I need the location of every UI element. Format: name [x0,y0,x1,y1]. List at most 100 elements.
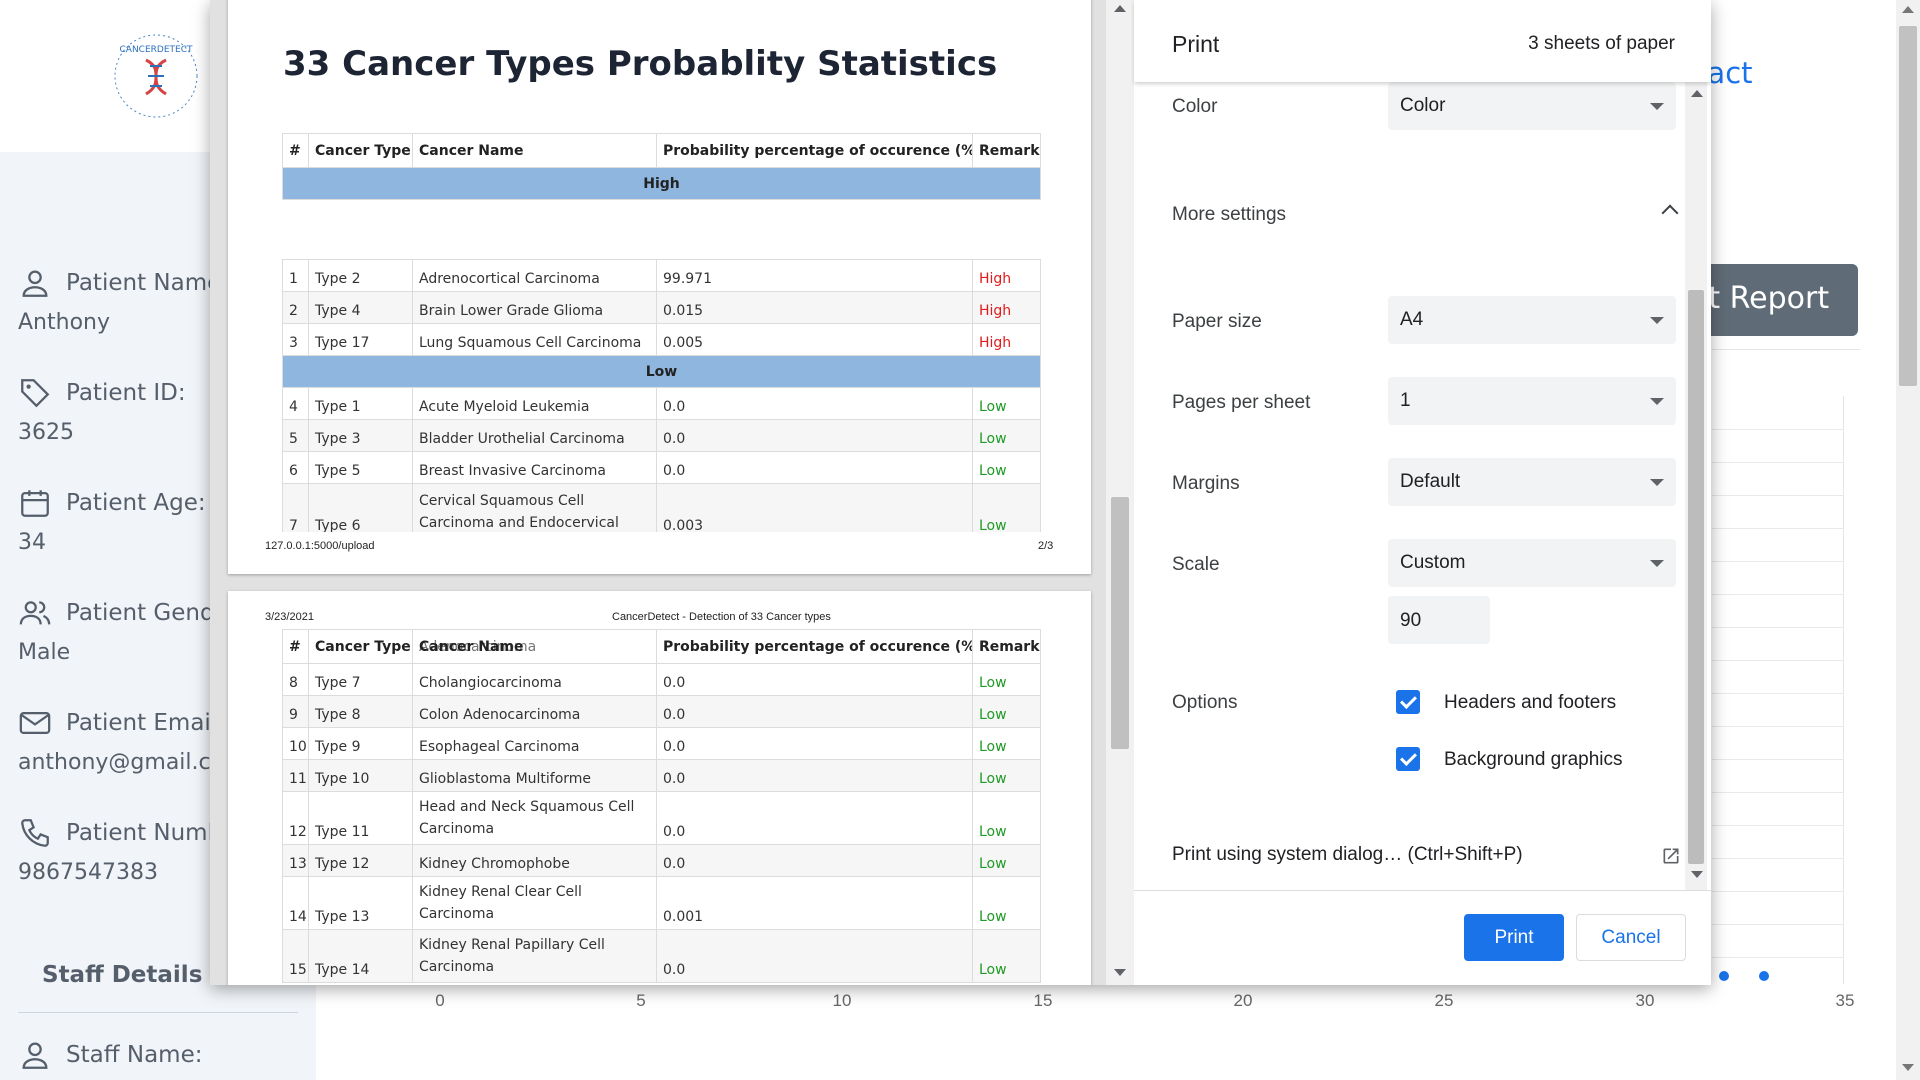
people-icon [19,601,51,625]
settings-scrollbar-thumb[interactable] [1688,290,1704,864]
gridline [1712,759,1844,760]
table-row: 11 Type 10 Glioblastoma Multiforme 0.0 Low [282,759,1041,792]
table-row: 1 Type 2 Adrenocortical Carcinoma 99.971 Hig… [282,259,1041,292]
patient-gender-block: Patient Gend Male [18,596,215,665]
dropdown-arrow-icon [1650,560,1664,567]
column-header: Cancer Type [308,629,413,664]
patient-age-block: Patient Age: 34 [18,486,206,555]
table-row: 9 Type 8 Colon Adenocarcinoma 0.0 Low [282,695,1041,728]
settings-header: Print 3 sheets of paper [1134,0,1711,82]
screen: CANCERDETECT Patient Name Anthony Patien… [0,0,1920,1080]
color-select[interactable]: Color [1388,82,1676,130]
print-preview[interactable]: 33 Cancer Types Probablity Statistics # … [210,0,1134,985]
column-header: Remark [972,629,1041,664]
probability: 0.0 [656,791,973,845]
row-number: 12 [282,791,309,845]
data-point [1759,971,1769,981]
person-icon [22,1042,48,1069]
staff-name-block: Staff Name: [18,1038,202,1072]
row-number: 1 [282,259,309,292]
gridline [1712,495,1844,496]
remark: Low [972,759,1041,792]
remark: High [972,323,1041,356]
person-icon [22,270,48,297]
x-tick-label: 25 [1434,991,1454,1010]
x-tick-label: 15 [1033,991,1053,1010]
probability: 0.0 [656,695,973,728]
x-tick-label: 0 [435,991,445,1010]
color-select-value: Color [1400,95,1446,116]
open-external-icon[interactable] [1661,846,1681,866]
scale-select[interactable]: Custom [1388,539,1676,587]
data-point [1719,971,1729,981]
remark: Low [972,419,1041,452]
table-row: 12 Type 11 Head and Neck Squamous Cell Car… [282,791,1041,845]
pages-per-sheet-label: Pages per sheet [1172,392,1311,413]
print-button[interactable]: Print [1464,914,1564,961]
cancer-type: Type 10 [308,759,413,792]
chart-area [1712,396,1844,984]
scroll-down-arrow-icon[interactable] [1902,1064,1914,1071]
table-row: 8 Type 7 Cholangiocarcinoma 0.0 Low [282,663,1041,696]
patient-email-block: Patient Emai anthony@gmail.c [18,706,211,775]
paper-size-select[interactable]: A4 [1388,296,1676,344]
paper-size-value: A4 [1400,309,1424,330]
table-header: # Cancer Type Adenocarcinoma Cancer Name … [282,629,1041,664]
background-graphics-label[interactable]: Background graphics [1444,749,1623,771]
patient-gender-label: Patient Gend [66,600,215,626]
chevron-up-icon[interactable] [1661,204,1679,222]
gridline [1712,594,1844,595]
probability: 0.015 [656,291,973,324]
footer-url: 127.0.0.1:5000/upload [265,540,375,552]
spacer-row [282,199,1041,260]
cancer-type: Type 13 [308,876,413,930]
probability: 99.971 [656,259,973,292]
preview-page: 33 Cancer Types Probablity Statistics # … [228,0,1091,574]
column-header: # [282,629,309,664]
gridline [1712,693,1844,694]
gridline [1712,858,1844,859]
scroll-up-arrow-icon[interactable] [1902,6,1914,13]
cancer-type: Type 2 [308,259,413,292]
system-dialog-link[interactable]: Print using system dialog… (Ctrl+Shift+P… [1172,844,1523,866]
scroll-up-arrow-icon[interactable] [1691,90,1703,97]
preview-scrollbar-thumb[interactable] [1111,497,1129,749]
headers-footers-label[interactable]: Headers and footers [1444,692,1616,714]
x-tick-label: 10 [832,991,852,1010]
table-row: 13 Type 12 Kidney Chromophobe 0.0 Low [282,844,1041,877]
scroll-up-arrow-icon[interactable] [1114,5,1126,12]
pages-per-sheet-select[interactable]: 1 [1388,377,1676,425]
print-settings-panel: Print 3 sheets of paper Color Color More… [1134,0,1711,985]
margins-select[interactable]: Default [1388,458,1676,506]
table-row: 10 Type 9 Esophageal Carcinoma 0.0 Low [282,727,1041,760]
scroll-down-arrow-icon[interactable] [1114,969,1126,976]
cancer-name: Colon Adenocarcinoma [412,695,657,728]
row-number: 5 [282,419,309,452]
cancel-button[interactable]: Cancel [1576,914,1686,961]
column-header: # [282,133,309,168]
page-scrollbar-thumb[interactable] [1899,26,1917,386]
gridline [1712,924,1844,925]
more-settings-toggle[interactable]: More settings [1172,204,1286,226]
table-row: 14 Type 13 Kidney Renal Clear Cell Carcino… [282,876,1041,930]
scale-input[interactable]: 90 [1388,596,1490,644]
cancer-type: Type 5 [308,451,413,484]
report-button[interactable]: ıt Report [1690,264,1858,336]
row-number: 14 [282,876,309,930]
preview-scrollbar[interactable] [1106,0,1134,985]
print-dialog: 33 Cancer Types Probablity Statistics # … [210,0,1711,985]
cancerdetect-logo: CANCERDETECT [114,34,198,118]
scroll-down-arrow-icon[interactable] [1691,871,1703,878]
background-graphics-checkbox[interactable] [1396,747,1420,771]
cancer-name: Kidney Renal Clear Cell Carcinoma [412,876,657,930]
cancer-name: Cholangiocarcinoma [412,663,657,696]
pages-per-sheet-value: 1 [1400,390,1411,411]
probability: 0.0 [656,663,973,696]
x-tick-label: 35 [1835,991,1855,1010]
dropdown-arrow-icon [1650,317,1664,324]
divider [1712,349,1860,350]
cancer-name: Kidney Renal Papillary Cell Carcinoma [412,929,657,983]
row-number: 11 [282,759,309,792]
headers-footers-checkbox[interactable] [1396,690,1420,714]
margins-value: Default [1400,471,1461,492]
